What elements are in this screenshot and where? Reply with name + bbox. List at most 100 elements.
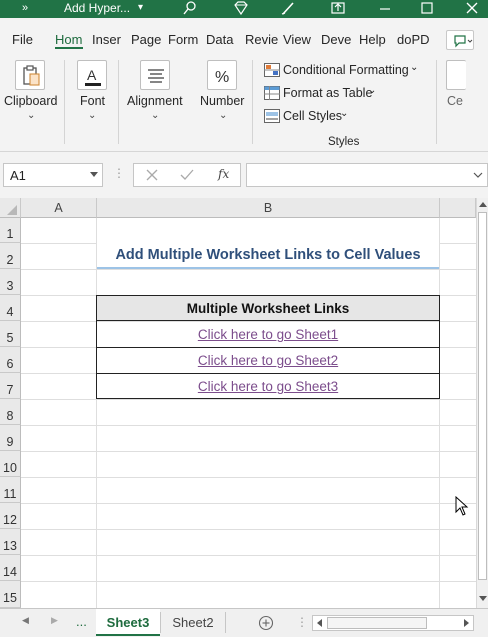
tab-dopdf[interactable]: doPD bbox=[397, 32, 430, 47]
clipboard-group-label[interactable]: Clipboard bbox=[4, 94, 58, 108]
prev-sheet-icon[interactable]: ◀ bbox=[22, 615, 29, 626]
tab-developer[interactable]: Deve bbox=[321, 32, 351, 47]
scroll-up-icon[interactable] bbox=[479, 201, 487, 207]
tab-home[interactable]: Hom bbox=[55, 32, 82, 47]
ribbon: Clipboard ⌄ A Font ⌄ Alignment ⌄ % Numbe… bbox=[0, 56, 488, 152]
clipboard-chevron-down-icon[interactable]: ⌄ bbox=[27, 110, 35, 121]
alignment-group-label[interactable]: Alignment bbox=[127, 94, 183, 108]
formula-input[interactable] bbox=[246, 163, 488, 187]
name-box[interactable]: A1 bbox=[3, 163, 103, 187]
tab-split-grip-icon[interactable]: ⋮ bbox=[296, 615, 308, 629]
row-header-5[interactable]: 5 bbox=[0, 321, 21, 347]
font-group-label[interactable]: Font bbox=[80, 94, 105, 108]
ribbon-divider bbox=[252, 60, 253, 144]
gridline bbox=[21, 503, 476, 504]
close-icon[interactable] bbox=[465, 1, 479, 19]
alignment-chevron-down-icon[interactable]: ⌄ bbox=[151, 110, 159, 121]
row-header-6[interactable]: 6 bbox=[0, 347, 21, 373]
grip-icon: ⋮ bbox=[113, 166, 125, 180]
row-header-15[interactable]: 15 bbox=[0, 581, 21, 608]
gridline bbox=[21, 425, 476, 426]
row-header-2[interactable]: 2 bbox=[0, 243, 21, 269]
chevron-down-icon bbox=[90, 172, 98, 177]
maximize-icon[interactable] bbox=[420, 1, 434, 19]
tab-file[interactable]: File bbox=[12, 32, 33, 47]
cells-group-label[interactable]: Ce bbox=[447, 94, 463, 108]
tab-page-layout[interactable]: Page bbox=[131, 32, 161, 47]
gridline bbox=[21, 555, 476, 556]
formula-bar: A1 ⋮ fx bbox=[0, 152, 488, 198]
row-header-14[interactable]: 14 bbox=[0, 555, 21, 581]
hyperlink-sheet3[interactable]: Click here to go Sheet3 bbox=[97, 374, 439, 400]
number-group-label[interactable]: Number bbox=[200, 94, 244, 108]
tab-formulas[interactable]: Form bbox=[168, 32, 198, 47]
row-header-13[interactable]: 13 bbox=[0, 529, 21, 555]
tab-help[interactable]: Help bbox=[359, 32, 386, 47]
horizontal-scrollbar[interactable] bbox=[312, 615, 474, 631]
format-table-icon bbox=[264, 86, 280, 100]
number-format-button[interactable]: % bbox=[207, 60, 237, 90]
sheet-tab-sheet3[interactable]: Sheet3 bbox=[96, 609, 160, 636]
select-all-corner[interactable] bbox=[0, 198, 21, 218]
sheet-tabs-bar: ◀ ▶ ... Sheet3 Sheet2 ⋮ bbox=[0, 608, 488, 637]
paste-button[interactable] bbox=[15, 60, 45, 90]
insert-function-icon[interactable]: fx bbox=[218, 167, 229, 181]
pen-icon[interactable] bbox=[280, 1, 296, 19]
scroll-left-icon[interactable] bbox=[316, 619, 322, 627]
sheet-tab-sheet2[interactable]: Sheet2 bbox=[162, 609, 224, 636]
conditional-formatting-icon bbox=[264, 63, 280, 77]
row-header-11[interactable]: 11 bbox=[0, 477, 21, 503]
next-sheet-icon[interactable]: ▶ bbox=[51, 615, 58, 626]
row-header-1[interactable]: 1 bbox=[0, 218, 21, 243]
row-header-4[interactable]: 4 bbox=[0, 295, 21, 321]
column-header-a[interactable]: A bbox=[21, 198, 97, 218]
cells-button[interactable] bbox=[446, 60, 466, 90]
row-header-8[interactable]: 8 bbox=[0, 399, 21, 425]
comments-button[interactable] bbox=[446, 30, 474, 50]
tab-divider bbox=[225, 612, 226, 633]
comment-icon bbox=[454, 35, 473, 48]
column-header-b[interactable]: B bbox=[97, 198, 440, 218]
cancel-icon[interactable] bbox=[146, 169, 158, 181]
enter-icon[interactable] bbox=[180, 169, 194, 181]
tab-view[interactable]: View bbox=[283, 32, 311, 47]
row-header-9[interactable]: 9 bbox=[0, 425, 21, 451]
sheet-title-cell[interactable]: Add Multiple Worksheet Links to Cell Val… bbox=[97, 243, 439, 269]
horizontal-scroll-thumb[interactable] bbox=[327, 617, 427, 629]
hyperlink-sheet2[interactable]: Click here to go Sheet2 bbox=[97, 348, 439, 374]
tab-data[interactable]: Data bbox=[206, 32, 233, 47]
ribbon-tabs: File Hom Inser Page Form Data Revie View… bbox=[0, 18, 488, 56]
hyperlink-sheet1[interactable]: Click here to go Sheet1 bbox=[97, 322, 439, 348]
minimize-icon[interactable] bbox=[378, 1, 392, 19]
scroll-right-icon[interactable] bbox=[464, 619, 470, 627]
row-header-12[interactable]: 12 bbox=[0, 503, 21, 529]
title-dropdown-icon[interactable]: ▾ bbox=[138, 0, 143, 18]
ribbon-display-icon[interactable] bbox=[330, 1, 346, 19]
quick-access-more-icon[interactable]: » bbox=[22, 0, 28, 18]
row-header-3[interactable]: 3 bbox=[0, 269, 21, 295]
tab-review[interactable]: Revie bbox=[245, 32, 278, 47]
row-header-7[interactable]: 7 bbox=[0, 373, 21, 399]
column-header-c[interactable] bbox=[440, 198, 476, 218]
font-button[interactable]: A bbox=[77, 60, 107, 90]
diamond-icon[interactable] bbox=[232, 1, 250, 19]
font-chevron-down-icon[interactable]: ⌄ bbox=[88, 110, 96, 121]
search-icon[interactable] bbox=[182, 1, 198, 19]
ribbon-divider bbox=[64, 60, 65, 144]
active-tab-indicator bbox=[55, 47, 83, 49]
number-chevron-down-icon[interactable]: ⌄ bbox=[219, 110, 227, 121]
table-header[interactable]: Multiple Worksheet Links bbox=[97, 296, 439, 321]
add-sheet-icon[interactable] bbox=[258, 615, 274, 631]
vertical-scrollbar[interactable] bbox=[476, 198, 488, 608]
vertical-scroll-thumb[interactable] bbox=[478, 212, 487, 580]
alignment-button[interactable] bbox=[140, 60, 170, 90]
cell-styles-icon bbox=[264, 109, 280, 123]
worksheet-grid[interactable]: A B 1 2 3 4 5 6 7 8 9 10 11 12 13 14 15 … bbox=[0, 198, 476, 608]
tab-insert[interactable]: Inser bbox=[92, 32, 121, 47]
mouse-cursor-icon bbox=[455, 496, 469, 516]
scroll-down-icon[interactable] bbox=[479, 596, 487, 602]
percent-icon: % bbox=[215, 69, 229, 86]
more-sheets-button[interactable]: ... bbox=[76, 614, 87, 629]
svg-text:%: % bbox=[215, 69, 229, 86]
row-header-10[interactable]: 10 bbox=[0, 451, 21, 477]
